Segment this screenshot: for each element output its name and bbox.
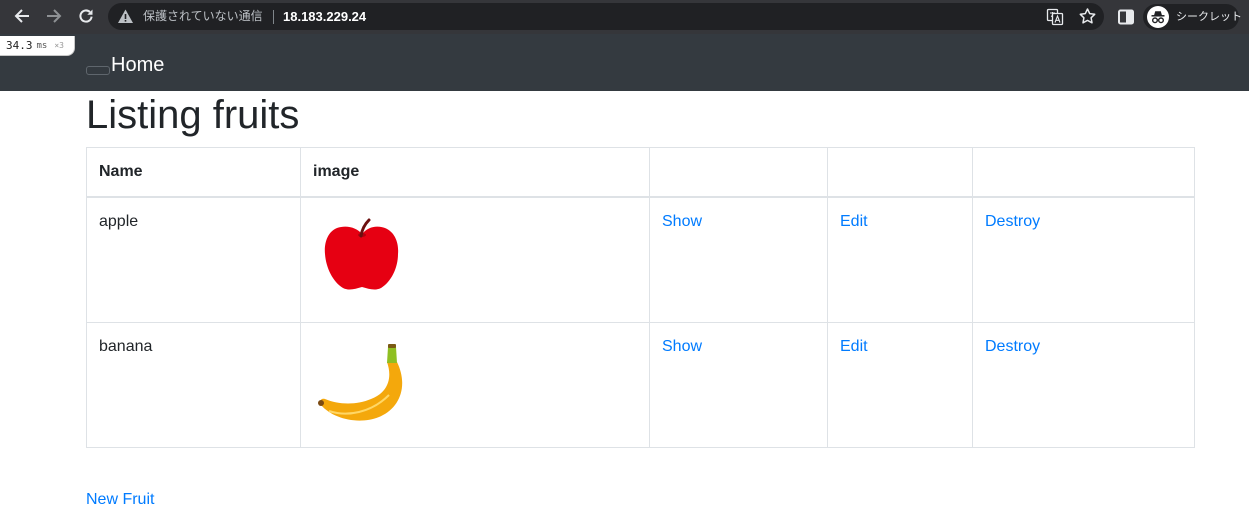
show-cell: Show	[650, 198, 828, 323]
profiler-badge[interactable]: 34.3 ms ×3	[0, 36, 75, 56]
url-text[interactable]: 18.183.229.24	[283, 3, 366, 30]
fruit-image-cell	[301, 198, 650, 323]
forward-arrow-icon[interactable]	[44, 6, 64, 26]
show-link[interactable]: Show	[662, 213, 702, 230]
incognito-icon	[1147, 6, 1169, 28]
header-destroy	[973, 148, 1195, 198]
edit-cell: Edit	[828, 198, 973, 323]
show-link[interactable]: Show	[662, 338, 702, 355]
header-name: Name	[87, 148, 301, 198]
address-bar[interactable]: 保護されていない通信 18.183.229.24	[108, 3, 1104, 30]
page-title: Listing fruits	[86, 93, 300, 137]
star-icon[interactable]	[1078, 7, 1097, 26]
fruit-name: apple	[87, 198, 301, 323]
security-status-label[interactable]: 保護されていない通信	[143, 3, 263, 30]
new-fruit-link[interactable]: New Fruit	[86, 488, 154, 512]
destroy-cell: Destroy	[973, 323, 1195, 448]
profiler-count: ×3	[54, 41, 64, 50]
navbar: Home	[0, 34, 1249, 91]
edit-link[interactable]: Edit	[840, 338, 868, 355]
show-cell: Show	[650, 323, 828, 448]
apple-image	[313, 210, 413, 310]
destroy-link[interactable]: Destroy	[985, 338, 1040, 355]
fruit-image-cell	[301, 323, 650, 448]
profiler-time: 34.3	[6, 39, 33, 52]
fruit-name: banana	[87, 323, 301, 448]
address-separator	[273, 10, 274, 24]
header-show	[650, 148, 828, 198]
warning-triangle-icon[interactable]	[117, 8, 134, 25]
destroy-link[interactable]: Destroy	[985, 213, 1040, 230]
translate-icon[interactable]	[1046, 8, 1064, 26]
incognito-label: シークレット	[1176, 11, 1242, 23]
destroy-cell: Destroy	[973, 198, 1195, 323]
edit-link[interactable]: Edit	[840, 213, 868, 230]
header-image: image	[301, 148, 650, 198]
header-edit	[828, 148, 973, 198]
back-arrow-icon[interactable]	[12, 6, 32, 26]
profiler-unit: ms	[36, 40, 48, 51]
edit-cell: Edit	[828, 323, 973, 448]
banana-image	[313, 335, 413, 435]
side-panel-icon[interactable]	[1117, 8, 1135, 26]
reload-icon[interactable]	[76, 6, 96, 26]
incognito-profile-button[interactable]: シークレット	[1143, 4, 1242, 30]
navbar-toggler-button[interactable]	[86, 66, 110, 75]
fruits-table: Name image apple Show Edit Destroy banan…	[86, 147, 1195, 448]
home-link[interactable]: Home	[111, 50, 164, 80]
browser-toolbar: 保護されていない通信 18.183.229.24 シークレット	[0, 0, 1249, 34]
